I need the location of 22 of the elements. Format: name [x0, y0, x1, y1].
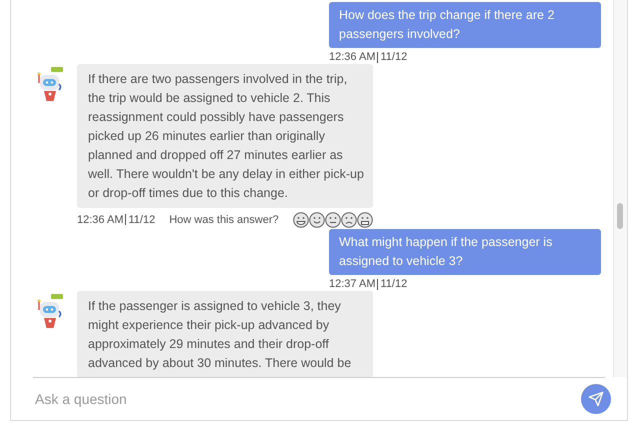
message-date: 11/12 — [380, 277, 408, 292]
emoji-face-icon[interactable] — [356, 212, 373, 228]
robot-icon — [37, 66, 63, 100]
send-icon — [588, 391, 604, 407]
user-message: How does the trip change if there are 2 passengers involved? — [329, 2, 601, 48]
message-time: 12:36 AM — [329, 50, 376, 65]
message-date: 11/12 — [128, 212, 156, 228]
emoji-face-icon[interactable] — [308, 212, 325, 228]
bot-message: If the passenger is assigned to vehicle 3, they might experience their pick-up advanced by approximately 29 minutes and their drop-off advanced by about 30 minutes. There would be — [77, 290, 373, 377]
emoji-face-icon[interactable] — [324, 212, 341, 228]
message-date: 11/12 — [380, 50, 408, 65]
message-time: 12:37 AM — [329, 277, 376, 292]
robot-icon — [37, 294, 63, 328]
user-message: What might happen if the passenger is assigned to vehicle 3? — [329, 229, 601, 275]
question-input[interactable]: Ask a question — [33, 388, 581, 410]
scrollbar-thumb[interactable] — [617, 203, 623, 229]
emoji-face-icon[interactable] — [340, 212, 357, 228]
bot-message: If there are two passengers involved in the trip, the trip would be assigned to vehicle 2. This reassignment could possibly have passengers picked up 26 minutes earlier than originally planned and dropped off 27 minutes earlier as well. There wouldn't be any delay in either pick-up or drop-off times due to this change. — [77, 64, 373, 208]
message-time: 12:36 AM — [77, 212, 124, 228]
emoji-face-icon[interactable] — [292, 212, 309, 228]
feedback-prompt: How was this answer? — [169, 212, 279, 228]
send-button[interactable] — [581, 384, 611, 414]
